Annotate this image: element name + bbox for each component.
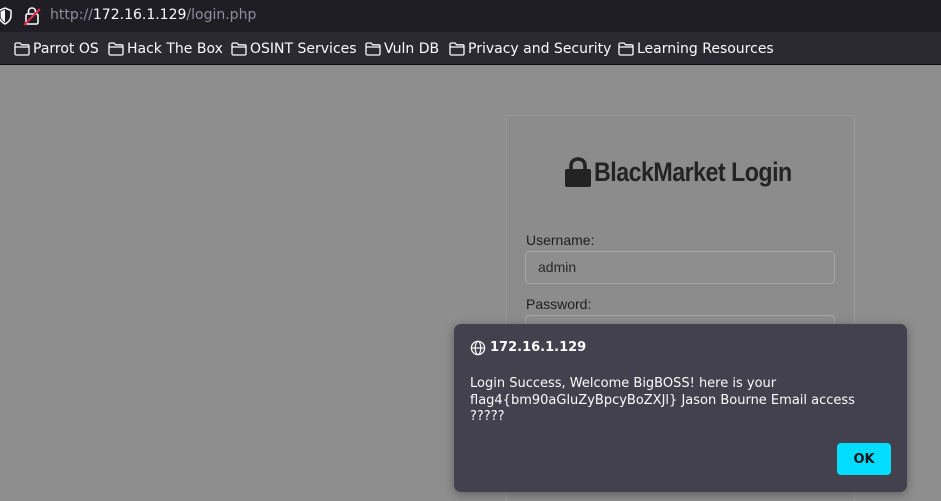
username-input[interactable]: admin xyxy=(525,251,835,284)
bookmark-learning-resources[interactable]: Learning Resources xyxy=(618,40,774,58)
url-bar: http://172.16.1.129/login.php xyxy=(0,0,941,32)
bookmark-parrot-os[interactable]: Parrot OS xyxy=(14,40,99,58)
tracking-protection-shield-icon[interactable] xyxy=(0,7,12,25)
insecure-lock-icon[interactable] xyxy=(23,6,41,26)
login-title: BlackMarket Login xyxy=(564,152,824,192)
bookmark-vuln-db[interactable]: Vuln DB xyxy=(365,40,439,58)
alert-origin: 172.16.1.129 xyxy=(490,340,587,355)
url-host: 172.16.1.129 xyxy=(92,7,187,23)
bookmark-label: OSINT Services xyxy=(250,41,357,57)
bookmark-label: Privacy and Security xyxy=(468,41,612,57)
bookmark-label: Vuln DB xyxy=(384,41,440,57)
bookmarks-toolbar: Parrot OS Hack The Box OSINT Services Vu… xyxy=(0,32,941,65)
login-title-text: BlackMarket Login xyxy=(594,156,792,187)
alert-dialog: 172.16.1.129 Login Success, Welcome BigB… xyxy=(454,324,907,492)
folder-icon xyxy=(618,42,634,56)
bookmark-label: Parrot OS xyxy=(33,41,99,57)
bookmark-label: Hack The Box xyxy=(127,41,223,57)
username-label: Username: xyxy=(526,232,595,248)
bookmark-hack-the-box[interactable]: Hack The Box xyxy=(108,40,223,58)
folder-icon xyxy=(108,42,124,56)
password-label: Password: xyxy=(526,296,592,312)
folder-icon xyxy=(449,42,465,56)
globe-icon xyxy=(470,340,486,356)
folder-icon xyxy=(365,42,381,56)
folder-icon xyxy=(231,42,247,56)
ok-button[interactable]: OK xyxy=(837,443,891,475)
bookmark-osint-services[interactable]: OSINT Services xyxy=(231,40,357,58)
url-scheme: http:// xyxy=(50,7,93,23)
bookmark-label: Learning Resources xyxy=(637,41,774,57)
url-path: /login.php xyxy=(186,7,257,23)
lock-icon xyxy=(565,157,591,187)
folder-icon xyxy=(14,42,30,56)
address-field[interactable]: http://172.16.1.129/login.php xyxy=(50,7,256,23)
alert-message: Login Success, Welcome BigBOSS! here is … xyxy=(470,376,855,424)
bookmark-privacy-and-security[interactable]: Privacy and Security xyxy=(449,40,611,58)
